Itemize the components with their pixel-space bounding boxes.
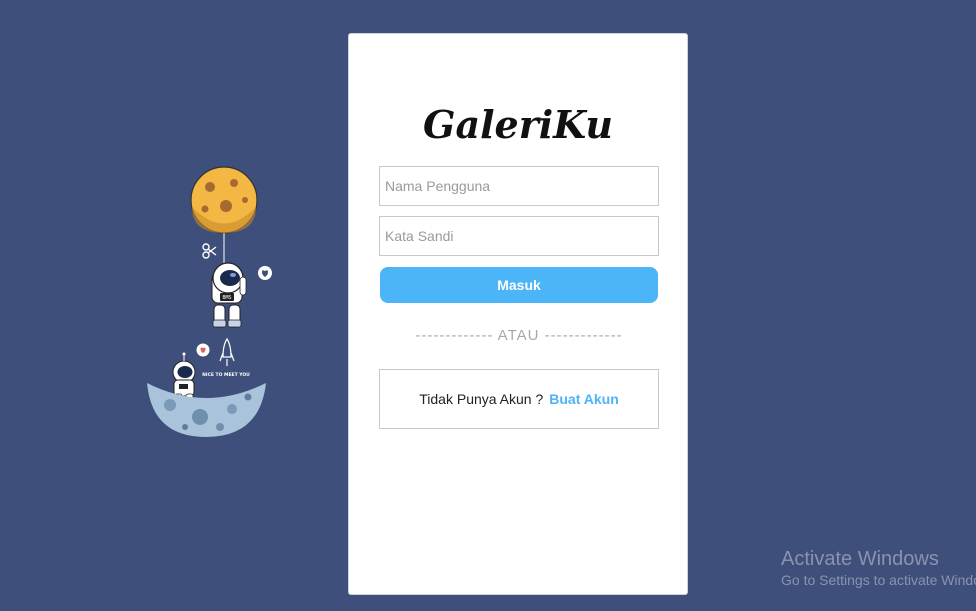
signup-box: Tidak Punya Akun ? Buat Akun xyxy=(379,369,659,429)
crescent-moon-icon xyxy=(147,383,266,437)
rocket-icon xyxy=(219,337,235,366)
login-card: GaleriKu Masuk ------------- ATAU ------… xyxy=(348,33,688,595)
page-background: BMS NICE TO MEET YOU GaleriKu Nama Pengg… xyxy=(0,0,976,611)
heart-bubble-icon xyxy=(258,266,272,280)
username-input[interactable] xyxy=(379,166,659,206)
or-divider: ------------- ATAU ------------- xyxy=(415,327,623,344)
astronaut-illustration: BMS NICE TO MEET YOU xyxy=(147,166,272,437)
moon-balloon-icon xyxy=(190,166,258,234)
login-button[interactable]: Masuk xyxy=(380,267,658,303)
create-account-link[interactable]: Buat Akun xyxy=(549,391,618,407)
scissors-icon xyxy=(202,243,217,259)
app-logo: GaleriKu xyxy=(423,102,613,147)
password-input[interactable] xyxy=(379,216,659,256)
signup-prompt: Tidak Punya Akun ? xyxy=(419,391,544,407)
windows-activation-watermark: Activate Windows Go to Settings to activ… xyxy=(781,547,976,589)
astronaut-hanging-icon: BMS xyxy=(211,262,247,328)
heart-bubble-small-icon xyxy=(196,343,210,357)
suit-badge-text: BMS xyxy=(222,295,231,301)
illustration-caption: NICE TO MEET YOU xyxy=(202,372,250,378)
watermark-subtitle: Go to Settings to activate Windows. xyxy=(781,572,976,588)
watermark-title: Activate Windows xyxy=(781,548,939,570)
